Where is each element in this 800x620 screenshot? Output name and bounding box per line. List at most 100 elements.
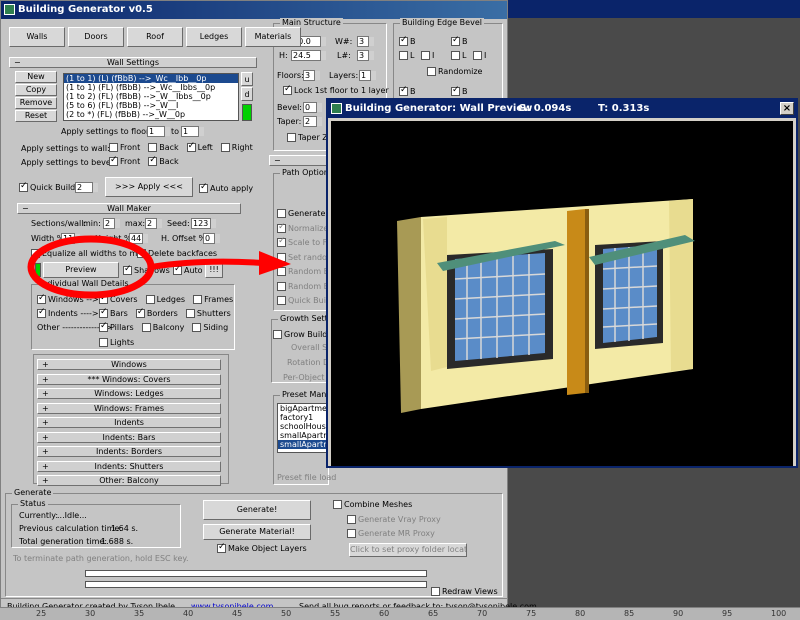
floor-from-input[interactable]: 1 bbox=[147, 126, 170, 137]
mr-checkbox[interactable]: Generate MR Proxy bbox=[347, 529, 435, 538]
vray-checkbox[interactable]: Generate Vray Proxy bbox=[347, 515, 441, 524]
checkbox-label: Front bbox=[120, 157, 141, 166]
generate-material-button[interactable]: Generate Material! bbox=[203, 524, 311, 540]
annotation-overlay bbox=[27, 235, 291, 299]
rollout-item[interactable]: + Indents bbox=[37, 417, 221, 428]
move-down-button[interactable]: d bbox=[241, 87, 253, 101]
preset-list[interactable]: bigApartment1factory1schoolHousesmallApa… bbox=[277, 403, 329, 453]
path-option-checkbox[interactable]: Generate A bbox=[277, 209, 333, 218]
rollout-label: Windows: Frames bbox=[93, 403, 165, 413]
randomize-checkbox[interactable]: Randomize bbox=[427, 67, 482, 76]
rollout-item[interactable]: + Indents: Borders bbox=[37, 446, 221, 457]
generate-button[interactable]: Generate! bbox=[203, 500, 311, 520]
bevel-B-checkbox[interactable]: B bbox=[451, 85, 468, 96]
reset-button[interactable]: Reset bbox=[15, 110, 57, 122]
checkbox-pillars[interactable]: Pillars bbox=[99, 321, 134, 332]
checkbox-back[interactable]: Back bbox=[148, 155, 179, 166]
bevel-B-checkbox[interactable]: B bbox=[399, 35, 416, 46]
apply-button[interactable]: >>> Apply <<< bbox=[105, 177, 193, 197]
combine-checkbox[interactable]: Combine Meshes bbox=[333, 500, 412, 509]
wall-render bbox=[397, 199, 695, 413]
bevel-I-checkbox[interactable]: I bbox=[421, 51, 434, 60]
checkbox-back[interactable]: Back bbox=[148, 143, 179, 152]
checkbox-borders[interactable]: Borders bbox=[135, 307, 178, 318]
bevel-B-checkbox[interactable]: B bbox=[399, 85, 416, 96]
make-layers-checkbox[interactable]: Make Object Layers bbox=[217, 542, 307, 553]
max-input[interactable]: 2 bbox=[145, 218, 162, 229]
preset-item[interactable]: schoolHouse bbox=[278, 422, 328, 431]
move-up-button[interactable]: u bbox=[241, 72, 253, 86]
Wnum-input[interactable]: 3 bbox=[357, 36, 374, 47]
auto-apply-checkbox[interactable]: Auto apply bbox=[199, 182, 253, 193]
checkbox-bars[interactable]: Bars bbox=[99, 307, 128, 318]
lights-checkbox[interactable]: Lights bbox=[99, 338, 134, 347]
generate-title: Generate bbox=[12, 488, 54, 497]
lock-floor-checkbox[interactable]: Lock 1st floor to 1 layer bbox=[283, 84, 389, 95]
bevel-I-checkbox[interactable]: I bbox=[473, 51, 486, 60]
layers-input[interactable]: 1 bbox=[359, 70, 376, 81]
min-input[interactable]: 2 bbox=[103, 218, 120, 229]
checkbox-front[interactable]: Front bbox=[109, 143, 140, 152]
rollout-item[interactable]: + Indents: Bars bbox=[37, 431, 221, 443]
checkbox-shutters[interactable]: Shutters bbox=[185, 309, 231, 318]
bevel-L-checkbox[interactable]: L bbox=[451, 51, 466, 60]
bevel-B-checkbox[interactable]: B bbox=[451, 35, 468, 46]
rollout-item[interactable]: + Windows: Ledges bbox=[37, 388, 221, 399]
list-item[interactable]: (1 to 1) (FL) (fBbB) -->_Wc__Ibbs__0p bbox=[64, 83, 238, 92]
preview-canvas[interactable] bbox=[331, 121, 793, 466]
quick-build-checkbox[interactable]: Quick Build bbox=[19, 181, 75, 192]
rollout-item[interactable]: + Windows bbox=[37, 359, 221, 370]
bevel-input[interactable]: 0 bbox=[303, 102, 322, 113]
taper-input[interactable]: 2 bbox=[303, 116, 322, 127]
path-rollout[interactable]: − bbox=[269, 155, 329, 166]
tab-ledges[interactable]: Ledges bbox=[186, 27, 242, 47]
checkbox-balcony[interactable]: Balcony bbox=[141, 323, 184, 332]
make-layers-label: Make Object Layers bbox=[228, 544, 307, 553]
plus-icon: + bbox=[42, 461, 49, 471]
tab-materials[interactable]: Materials bbox=[245, 27, 301, 47]
progress-bar-1 bbox=[85, 570, 427, 577]
rollout-item[interactable]: + Other: Balcony bbox=[37, 475, 221, 486]
proxy-folder-button[interactable]: Click to set proxy folder location bbox=[349, 543, 467, 557]
checkbox-left[interactable]: Left bbox=[186, 141, 213, 152]
preset-item[interactable]: smallApartmen bbox=[278, 431, 328, 440]
center-pillar-side bbox=[585, 209, 589, 393]
preset-item[interactable]: factory1 bbox=[278, 413, 328, 422]
redraw-checkbox[interactable]: Redraw Views bbox=[431, 587, 498, 596]
list-item[interactable]: (1 to 2) (FL) (fBbB) -->_W__Ibbs__0p bbox=[64, 92, 238, 101]
quick-build-input[interactable]: 2 bbox=[75, 182, 98, 193]
preview-titlebar: Building Generator: Wall Preview G: 0.09… bbox=[328, 100, 796, 118]
tab-roof[interactable]: Roof bbox=[127, 27, 183, 47]
wall-maker-rollout[interactable]: − Wall Maker bbox=[17, 203, 241, 214]
floor-to-input[interactable]: 1 bbox=[181, 126, 204, 137]
remove-button[interactable]: Remove bbox=[15, 97, 57, 109]
taperz-checkbox[interactable]: Taper Z bbox=[287, 133, 328, 142]
new-button[interactable]: New bbox=[15, 71, 57, 83]
tab-walls[interactable]: Walls bbox=[9, 27, 65, 47]
wall-settings-rollout[interactable]: − Wall Settings bbox=[9, 57, 257, 68]
rollout-item[interactable]: + *** Windows: Covers bbox=[37, 373, 221, 385]
list-item[interactable]: (1 to 1) (L) (fBbB) -->_Wc__Ibb__0p bbox=[64, 74, 238, 83]
checkbox-right[interactable]: Right bbox=[220, 143, 253, 152]
copy-button[interactable]: Copy bbox=[15, 84, 57, 96]
rollout-item[interactable]: + Indents: Shutters bbox=[37, 460, 221, 472]
checkbox-siding[interactable]: Siding bbox=[192, 323, 228, 332]
ruler-tick-label: 95 bbox=[722, 609, 733, 618]
H-input[interactable]: 24.5 bbox=[291, 50, 326, 61]
wall-settings-list[interactable]: (1 to 1) (L) (fBbB) -->_Wc__Ibb__0p (1 to… bbox=[63, 73, 239, 121]
total-gen-value: 1.688 s. bbox=[101, 537, 134, 546]
close-icon[interactable]: × bbox=[780, 102, 794, 115]
Lnum-input[interactable]: 3 bbox=[357, 50, 374, 61]
terminate-note: To terminate path generation, hold ESC k… bbox=[13, 554, 189, 563]
list-item[interactable]: (2 to *) (FL) (fBbB) -->_W__0p bbox=[64, 110, 238, 119]
indents-checkbox[interactable]: Indents ----> bbox=[37, 307, 99, 318]
floors-input[interactable]: 3 bbox=[303, 70, 320, 81]
bevel-L-checkbox[interactable]: L bbox=[399, 51, 414, 60]
seed-input[interactable]: 123 bbox=[191, 218, 216, 229]
rollout-item[interactable]: + Windows: Frames bbox=[37, 402, 221, 414]
preset-item[interactable]: bigApartment1 bbox=[278, 404, 328, 413]
list-item[interactable]: (5 to 6) (FL) (fBbB) -->_W__I bbox=[64, 101, 238, 110]
checkbox-front[interactable]: Front bbox=[109, 155, 141, 166]
tab-doors[interactable]: Doors bbox=[68, 27, 124, 47]
preset-item[interactable]: smallApartmen bbox=[278, 440, 328, 449]
